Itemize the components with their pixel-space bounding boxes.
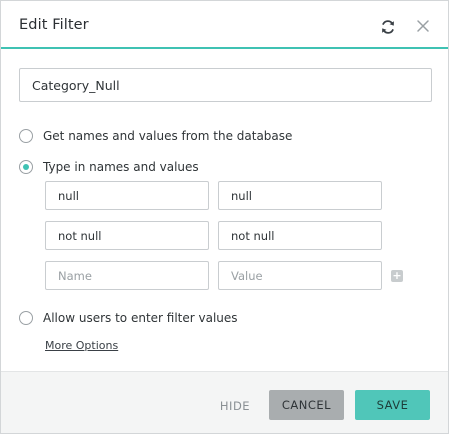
radio-from-database[interactable]: [19, 129, 33, 143]
cancel-button[interactable]: CANCEL: [269, 390, 344, 420]
radio-option-type-in[interactable]: Type in names and values: [19, 158, 199, 176]
close-icon: [417, 20, 429, 32]
dialog-header: Edit Filter: [1, 1, 448, 49]
filter-name-input[interactable]: [19, 68, 432, 102]
dialog-title: Edit Filter: [19, 17, 89, 33]
radio-allow-users-label: Allow users to enter filter values: [43, 311, 238, 325]
radio-type-in[interactable]: [19, 160, 33, 174]
pair-name-input[interactable]: [45, 221, 209, 250]
radio-type-in-label: Type in names and values: [43, 160, 199, 174]
radio-option-allow-users[interactable]: Allow users to enter filter values: [19, 309, 238, 327]
save-button[interactable]: SAVE: [355, 390, 430, 420]
radio-option-from-database[interactable]: Get names and values from the database: [19, 127, 292, 145]
pair-name-input[interactable]: [45, 181, 209, 210]
new-name-input[interactable]: [45, 261, 209, 290]
radio-from-database-label: Get names and values from the database: [43, 129, 293, 143]
hide-button[interactable]: HIDE: [213, 391, 257, 421]
radio-allow-users[interactable]: [19, 311, 33, 325]
edit-filter-dialog: Edit Filter Get names and values from th…: [0, 0, 449, 434]
pair-value-input[interactable]: [218, 221, 382, 250]
refresh-icon: [382, 20, 394, 34]
dialog-footer: HIDE CANCEL SAVE: [1, 371, 448, 433]
add-pair-button[interactable]: +: [391, 270, 403, 282]
close-button[interactable]: [415, 18, 431, 34]
plus-icon: +: [392, 269, 402, 282]
more-options-link[interactable]: More Options: [45, 339, 118, 352]
refresh-button[interactable]: [379, 18, 397, 36]
pair-value-input[interactable]: [218, 181, 382, 210]
new-value-input[interactable]: [218, 261, 382, 290]
